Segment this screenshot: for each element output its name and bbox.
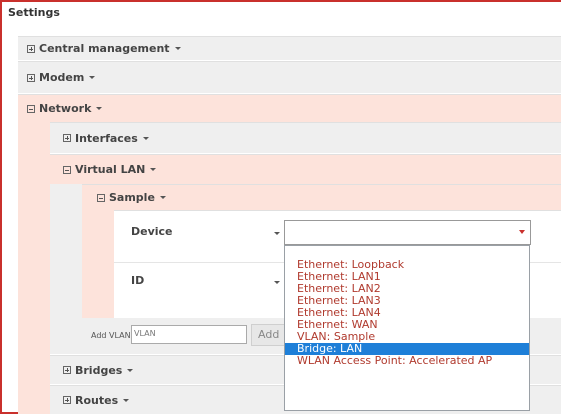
- page-title: Settings: [8, 6, 60, 19]
- section-label: Central management: [39, 42, 170, 55]
- section-network[interactable]: Network: [18, 94, 561, 122]
- collapse-icon: [63, 165, 71, 174]
- section-central-management[interactable]: Central management: [18, 36, 561, 60]
- section-label: Routes: [75, 393, 119, 407]
- add-vlan-label: Add VLAN: [91, 331, 131, 340]
- chevron-down-icon: [96, 107, 103, 110]
- id-label: ID: [131, 274, 145, 287]
- section-sample[interactable]: Sample: [82, 184, 561, 210]
- section-virtual-lan[interactable]: Virtual LAN: [50, 154, 561, 184]
- chevron-down-icon: [89, 76, 96, 79]
- device-help-caret-icon[interactable]: [274, 232, 280, 235]
- expand-icon: [63, 396, 71, 404]
- chevron-down-icon: [150, 168, 157, 171]
- chevron-down-icon: [123, 398, 130, 402]
- id-help-caret-icon[interactable]: [274, 281, 280, 284]
- network-indent: [18, 122, 50, 414]
- device-dropdown-list[interactable]: Ethernet: Loopback Ethernet: LAN1 Ethern…: [284, 245, 530, 411]
- expand-icon: [27, 44, 35, 53]
- sample-indent: [82, 210, 114, 318]
- chevron-down-icon: [174, 47, 181, 50]
- section-label: Interfaces: [75, 131, 138, 145]
- collapse-icon: [97, 193, 105, 202]
- expand-icon: [27, 73, 35, 82]
- section-modem[interactable]: Modem: [18, 61, 561, 93]
- section-label: Sample: [109, 191, 155, 204]
- section-label: Network: [39, 102, 92, 115]
- device-label: Device: [131, 225, 173, 238]
- section-interfaces[interactable]: Interfaces: [50, 122, 561, 153]
- add-vlan-button[interactable]: Add: [251, 324, 287, 346]
- device-select[interactable]: [284, 220, 531, 245]
- expand-icon: [63, 366, 71, 374]
- section-label: Modem: [39, 71, 85, 84]
- vlan-name-input[interactable]: VLAN: [131, 325, 247, 344]
- section-label: Bridges: [75, 363, 123, 377]
- collapse-icon: [27, 104, 35, 113]
- dropdown-option[interactable]: WLAN Access Point: Accelerated AP: [285, 355, 529, 367]
- expand-icon: [63, 134, 71, 142]
- vlan-name-placeholder: VLAN: [134, 329, 156, 338]
- chevron-down-icon: [142, 136, 149, 140]
- chevron-down-icon: [519, 230, 525, 234]
- section-label: Virtual LAN: [75, 163, 146, 176]
- chevron-down-icon: [127, 368, 134, 372]
- chevron-down-icon: [159, 196, 166, 199]
